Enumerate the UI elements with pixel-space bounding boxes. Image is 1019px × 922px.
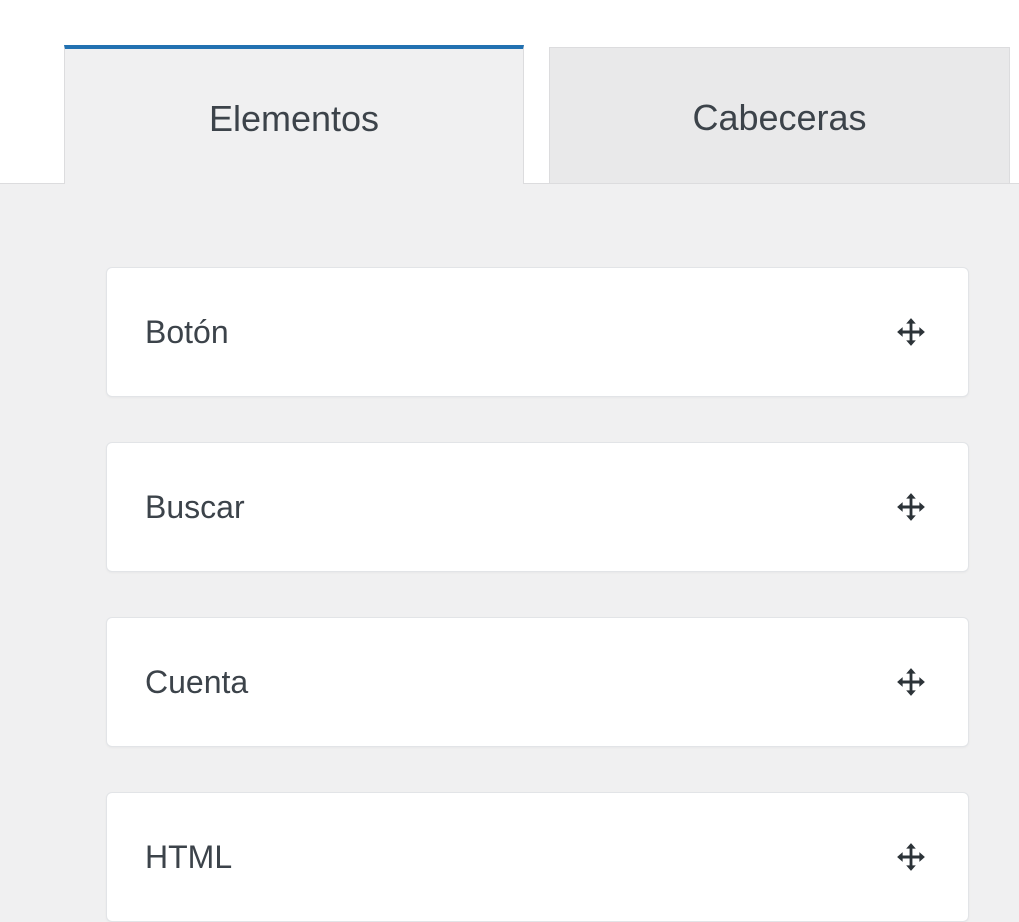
move-icon[interactable]	[894, 840, 928, 874]
element-item-label: Cuenta	[145, 663, 249, 700]
element-item-boton[interactable]: Botón	[106, 267, 969, 397]
tab-elementos-label: Elementos	[208, 97, 380, 139]
element-item-buscar[interactable]: Buscar	[106, 442, 969, 572]
element-item-html[interactable]: HTML	[106, 792, 969, 922]
header-builder-sidebar: Elementos Cabeceras Botón Buscar Cuenta …	[0, 0, 1019, 922]
tab-elementos[interactable]: Elementos	[64, 45, 524, 184]
element-item-label: Buscar	[145, 488, 245, 525]
element-item-label: HTML	[145, 838, 233, 875]
tab-cabeceras-label: Cabeceras	[692, 96, 867, 138]
move-icon[interactable]	[894, 665, 928, 699]
move-icon[interactable]	[894, 315, 928, 349]
element-item-label: Botón	[145, 313, 229, 350]
tab-cabeceras[interactable]: Cabeceras	[549, 47, 1010, 183]
element-item-cuenta[interactable]: Cuenta	[106, 617, 969, 747]
move-icon[interactable]	[894, 490, 928, 524]
